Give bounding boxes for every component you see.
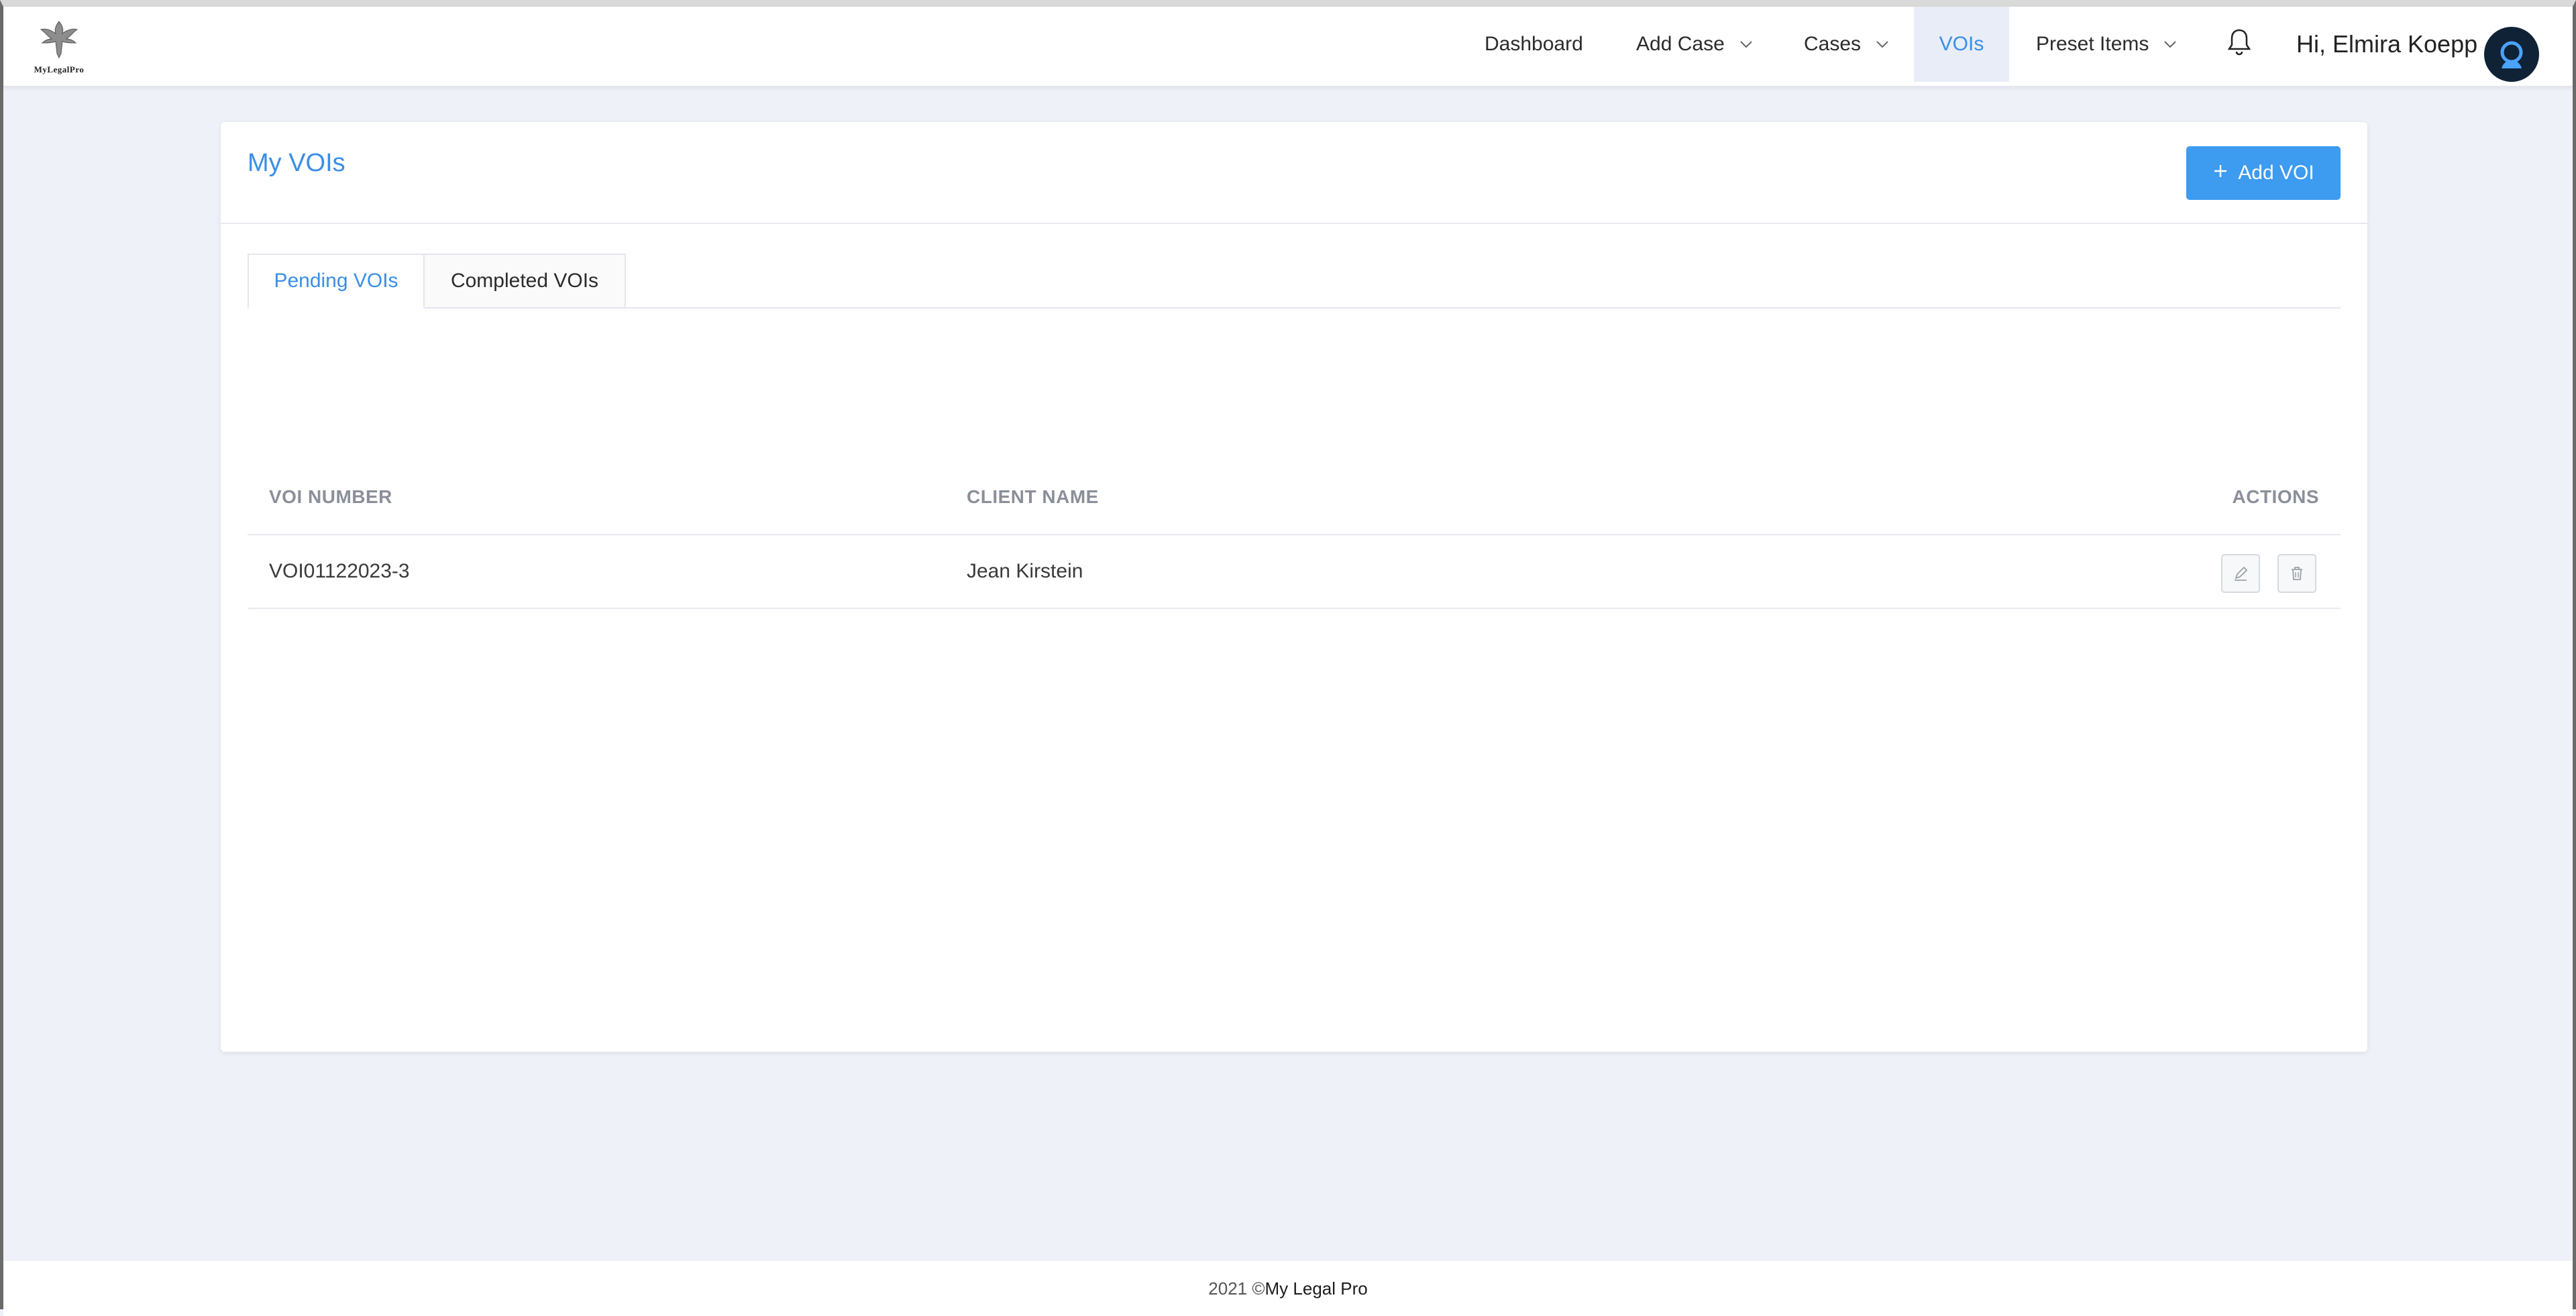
logo-text: MyLegalPro xyxy=(34,64,85,74)
nav-vois-label: VOIs xyxy=(1939,33,1984,55)
nav-preset-items[interactable]: Preset Items xyxy=(2036,7,2177,82)
tab-completed-vois[interactable]: Completed VOIs xyxy=(423,254,626,309)
bell-icon xyxy=(2226,28,2252,61)
notifications-button[interactable] xyxy=(2226,7,2252,82)
add-voi-button[interactable]: Add VOI xyxy=(2186,146,2341,200)
page-title: My VOIs xyxy=(248,149,345,177)
voi-tabs: Pending VOIs Completed VOIs xyxy=(248,254,2341,309)
nav-cases-label: Cases xyxy=(1804,33,1862,55)
nav-dashboard[interactable]: Dashboard xyxy=(1485,7,1583,82)
nav-cases[interactable]: Cases xyxy=(1804,7,1889,82)
edit-icon xyxy=(2235,566,2248,581)
nav-add-case-label: Add Case xyxy=(1636,33,1725,55)
chevron-down-icon xyxy=(1876,40,1889,48)
vois-table: VOI NUMBER CLIENT NAME ACTIONS VOI011220… xyxy=(248,460,2341,609)
vois-card: My VOIs Add VOI Pending VOIs Completed V… xyxy=(221,122,2367,1052)
nav-dashboard-label: Dashboard xyxy=(1485,33,1583,55)
app-logo[interactable]: MyLegalPro xyxy=(22,16,96,80)
card-divider xyxy=(221,223,2367,224)
table-header: VOI NUMBER CLIENT NAME ACTIONS xyxy=(248,460,2341,535)
voi-number-cell: VOI01122023-3 xyxy=(269,560,410,582)
user-greeting[interactable]: Hi, Elmira Koepp xyxy=(2296,7,2477,82)
nav-preset-items-label: Preset Items xyxy=(2036,33,2149,55)
column-actions: ACTIONS xyxy=(2232,486,2319,507)
edit-button[interactable] xyxy=(2221,554,2260,593)
plus-icon xyxy=(2212,162,2229,184)
app-window: MyLegalPro Dashboard Add Case Cases VOIs… xyxy=(0,0,2576,1316)
user-avatar-icon xyxy=(2500,41,2523,68)
chevron-down-icon xyxy=(2163,40,2177,48)
column-voi-number: VOI NUMBER xyxy=(269,486,392,507)
footer-brand[interactable]: My Legal Pro xyxy=(1265,1278,1368,1299)
tab-pending-vois[interactable]: Pending VOIs xyxy=(248,254,425,309)
footer-copyright: 2021 © xyxy=(1208,1278,1265,1299)
add-voi-label: Add VOI xyxy=(2238,162,2314,184)
chevron-down-icon xyxy=(1739,40,1753,48)
page-footer: 2021 © My Legal Pro xyxy=(3,1261,2573,1316)
top-navbar: MyLegalPro Dashboard Add Case Cases VOIs… xyxy=(3,7,2573,87)
nav-vois[interactable]: VOIs xyxy=(1914,7,2009,82)
nav-add-case[interactable]: Add Case xyxy=(1636,7,1753,82)
trash-icon xyxy=(2292,567,2302,580)
column-client-name: CLIENT NAME xyxy=(967,486,1099,507)
phoenix-logo-icon xyxy=(40,21,78,59)
delete-button[interactable] xyxy=(2277,554,2316,593)
client-name-cell: Jean Kirstein xyxy=(967,560,1083,582)
user-avatar[interactable] xyxy=(2484,27,2539,82)
table-row[interactable]: VOI01122023-3 Jean Kirstein xyxy=(248,535,2341,609)
tab-completed-vois-label: Completed VOIs xyxy=(450,270,599,292)
tab-pending-vois-label: Pending VOIs xyxy=(274,270,398,292)
